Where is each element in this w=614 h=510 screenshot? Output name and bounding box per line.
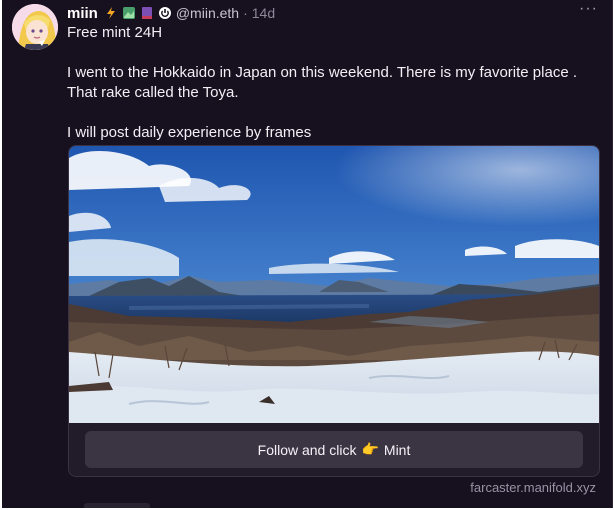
text-line-3: I will post daily experience by frames — [67, 124, 312, 141]
frame-domain[interactable]: farcaster.manifold.xyz — [470, 480, 596, 495]
timestamp[interactable]: 14d — [252, 5, 275, 21]
text-line-1: Free mint 24H — [67, 24, 163, 41]
avatar[interactable] — [12, 4, 58, 50]
handle[interactable]: @miin.eth — [176, 5, 239, 21]
button-action-label: Mint — [383, 441, 411, 458]
more-options-icon[interactable]: ··· — [579, 0, 598, 18]
text-line-2: I went to the Hokkaido in Japan on this … — [67, 64, 577, 101]
follow-and-mint-button[interactable]: Follow and click 👉 Mint — [85, 431, 583, 468]
cast-text: Free mint 24H I went to the Hokkaido in … — [67, 23, 607, 143]
image-icon — [122, 7, 135, 19]
button-label: Follow and click — [257, 441, 357, 458]
display-name[interactable]: miin — [67, 5, 98, 22]
frame-embed: Follow and click 👉 Mint — [68, 145, 600, 477]
cast-card: miin @miin.eth · 14d ··· Free mint 24H I… — [2, 0, 613, 508]
power-badge-icon — [158, 7, 171, 19]
next-item-edge — [84, 503, 150, 508]
flag-icon — [141, 7, 152, 19]
lake-photo[interactable] — [69, 146, 599, 423]
cast-header: miin @miin.eth · 14d — [67, 3, 275, 23]
pointing-hand-icon: 👉 — [361, 441, 379, 457]
lightning-icon — [106, 7, 115, 19]
separator: · — [243, 5, 248, 21]
avatar-image — [12, 4, 58, 50]
